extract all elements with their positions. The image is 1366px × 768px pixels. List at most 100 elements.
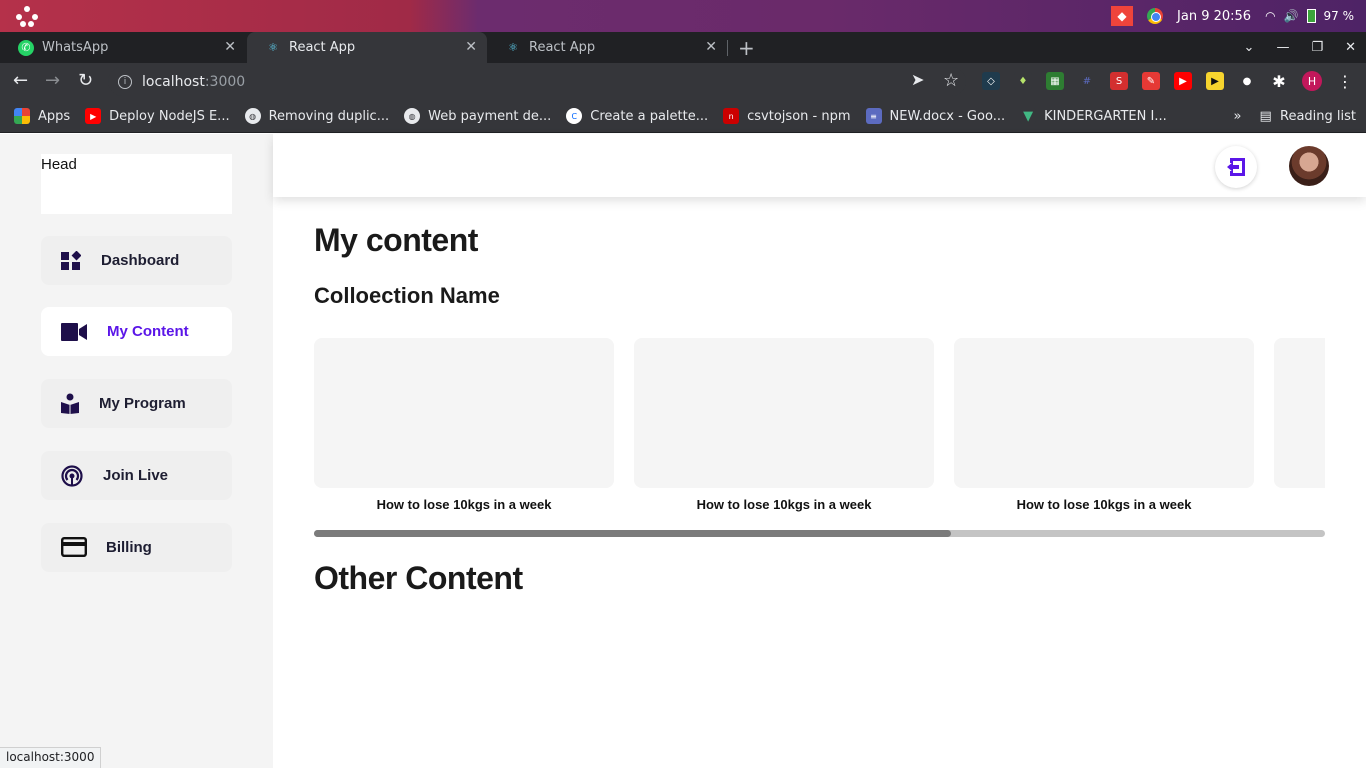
system-tray[interactable]: ◠ 🔊 97 % (1265, 9, 1354, 23)
sidebar-item-billing[interactable]: Billing (41, 523, 232, 572)
sidebar-item-join-live[interactable]: Join Live (41, 451, 232, 500)
docs-icon: ≡ (865, 108, 882, 124)
globe-icon: ◍ (404, 108, 421, 124)
video-camera-icon (61, 323, 87, 341)
vue-icon: ▼ (1020, 108, 1037, 124)
bookmark-label: Web payment de... (428, 108, 552, 124)
main-content: My content Colloection Name How to lose … (273, 197, 1366, 768)
menu-kebab-icon[interactable]: ⋮ (1336, 72, 1354, 91)
minimize-icon[interactable]: — (1276, 40, 1289, 55)
react-icon: ⚛ (508, 41, 518, 54)
bookmark-label: csvtojson - npm (747, 108, 851, 124)
sidebar-item-label: Join Live (103, 467, 169, 484)
sidebar-item-my-program[interactable]: My Program (41, 379, 232, 428)
card-thumbnail[interactable] (954, 338, 1254, 488)
site-info-icon[interactable]: i (118, 74, 132, 89)
ubuntu-logo-icon[interactable] (16, 6, 38, 28)
chrome-tray-icon[interactable] (1147, 8, 1164, 24)
tab-title: WhatsApp (42, 40, 109, 55)
tab-react-app-active[interactable]: ⚛ React App ✕ (247, 32, 487, 63)
new-tab-button[interactable]: + (738, 36, 755, 60)
sidebar-item-dashboard[interactable]: Dashboard (41, 236, 232, 285)
bookmark-item[interactable]: ◍ Removing duplic... (244, 108, 390, 124)
battery-icon (1306, 9, 1316, 23)
broadcast-icon (61, 465, 83, 487)
bookmark-item[interactable]: ≡ NEW.docx - Goo... (865, 108, 1005, 124)
youtube-extension-icon[interactable]: ▶ (1174, 72, 1192, 90)
address-bar[interactable]: i localhost:3000 (108, 67, 966, 96)
bookmark-item[interactable]: ▶ Deploy NodeJS E... (85, 108, 230, 124)
bookmark-label: Removing duplic... (268, 108, 390, 124)
close-icon[interactable]: ✕ (224, 39, 236, 55)
carousel-scrollbar[interactable] (314, 530, 1325, 537)
reading-list-label: Reading list (1280, 109, 1356, 124)
content-card[interactable] (1274, 338, 1325, 497)
logout-button[interactable] (1215, 146, 1257, 188)
browser-toolbar: ← → ↻ i localhost:3000 ➤ ☆ ◇ ♦ ▦ # S ✎ ▶… (0, 63, 1366, 100)
bookmark-item[interactable]: ◍ Web payment de... (404, 108, 551, 124)
bookmarks-bar: Apps ▶ Deploy NodeJS E... ◍ Removing dup… (0, 100, 1366, 133)
status-bar-url: localhost:3000 (0, 747, 102, 768)
bookmark-item[interactable]: C Create a palette... (566, 108, 708, 124)
card-thumbnail[interactable] (314, 338, 614, 488)
user-avatar[interactable] (1289, 146, 1329, 186)
sidebar-head: Head (41, 154, 232, 214)
tab-react-app[interactable]: ⚛ React App ✕ (487, 32, 727, 63)
extensions-puzzle-icon[interactable]: ✱ (1270, 72, 1288, 91)
extension-icon[interactable]: ▦ (1046, 72, 1064, 90)
bookmark-star-icon[interactable]: ☆ (943, 70, 959, 91)
react-icon: ⚛ (268, 41, 278, 54)
extension-icon[interactable]: S (1110, 72, 1128, 90)
extension-icon[interactable]: # (1078, 72, 1096, 90)
tab-search-chevron-down-icon[interactable]: ⌄ (1244, 40, 1255, 55)
bookmark-apps[interactable]: Apps (14, 108, 70, 124)
window-close-icon[interactable]: ✕ (1345, 40, 1356, 55)
coolors-icon: C (566, 108, 583, 124)
extension-icon[interactable]: ♦ (1014, 72, 1032, 90)
close-icon[interactable]: ✕ (705, 39, 717, 55)
react-app: Head Dashboard My Content My Program Joi… (0, 134, 1366, 768)
back-arrow-icon[interactable]: ← (13, 70, 28, 91)
card-thumbnail[interactable] (1274, 338, 1325, 488)
extension-icon[interactable]: ● (1238, 72, 1256, 90)
sidebar-item-label: Billing (106, 539, 152, 556)
extension-icon[interactable]: ◇ (982, 72, 1000, 90)
url-host: localhost (142, 73, 205, 90)
sidebar-item-my-content[interactable]: My Content (41, 307, 232, 356)
sidebar-item-label: My Program (99, 395, 186, 412)
card-caption: How to lose 10kgs in a week (1016, 497, 1192, 512)
youtube-icon: ▶ (85, 108, 102, 124)
bookmark-item[interactable]: ▼ KINDERGARTEN I... (1020, 108, 1167, 124)
globe-icon: ◍ (244, 108, 261, 124)
send-icon[interactable]: ➤ (911, 70, 924, 89)
reload-icon[interactable]: ↻ (78, 70, 93, 91)
tab-title: React App (529, 40, 596, 55)
card-thumbnail[interactable] (634, 338, 934, 488)
os-clock[interactable]: Jan 9 20:56 (1177, 9, 1251, 24)
extension-icon[interactable]: ▶ (1206, 72, 1224, 90)
bookmark-label: Deploy NodeJS E... (109, 108, 230, 124)
bookmark-label: KINDERGARTEN I... (1044, 108, 1167, 124)
reading-list-button[interactable]: ▤ Reading list (1259, 109, 1356, 124)
sidebar-item-label: Dashboard (101, 252, 180, 269)
bookmark-label: Apps (38, 108, 71, 124)
forward-arrow-icon[interactable]: → (45, 70, 60, 91)
restore-icon[interactable]: ❐ (1311, 40, 1323, 55)
tab-divider (727, 40, 728, 56)
battery-percent: 97 % (1323, 9, 1355, 23)
more-bookmarks-chevron-icon[interactable]: » (1233, 109, 1241, 124)
content-carousel[interactable]: How to lose 10kgs in a week How to lose … (314, 338, 1325, 538)
extension-icon[interactable]: ✎ (1142, 72, 1160, 90)
profile-avatar[interactable]: H (1302, 71, 1322, 91)
content-card[interactable]: How to lose 10kgs in a week (314, 338, 614, 512)
content-card[interactable]: How to lose 10kgs in a week (954, 338, 1254, 512)
tab-whatsapp[interactable]: ✆ WhatsApp ✕ (0, 32, 246, 63)
scrollbar-thumb[interactable] (314, 530, 951, 537)
bookmark-item[interactable]: n csvtojson - npm (723, 108, 851, 124)
anydesk-icon[interactable]: ◆ (1111, 6, 1134, 26)
close-icon[interactable]: ✕ (465, 39, 477, 55)
reading-person-icon (61, 393, 79, 414)
dashboard-icon (61, 251, 81, 270)
content-card[interactable]: How to lose 10kgs in a week (634, 338, 934, 512)
browser-tab-bar: ✆ WhatsApp ✕ ⚛ React App ✕ ⚛ React App ✕… (0, 32, 1366, 63)
